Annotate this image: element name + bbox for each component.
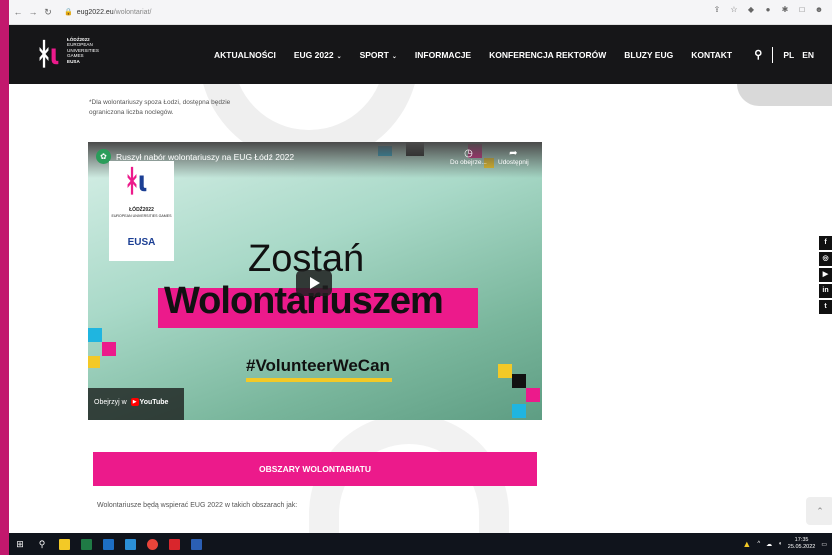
- bookmark-star-icon[interactable]: ☆: [729, 5, 739, 14]
- acrobat-icon[interactable]: [163, 533, 185, 555]
- play-button[interactable]: [296, 270, 332, 296]
- nav-item-sport[interactable]: SPORT ⌄: [360, 50, 397, 60]
- windows-start-icon[interactable]: ⊞: [9, 533, 31, 555]
- eug-logo-mark-icon: ᚼɩ: [123, 165, 147, 198]
- logo-text: ŁÓDŹ2022 EUROPEAN UNIVERSITIES GAMES EUS…: [67, 37, 99, 64]
- network-icon[interactable]: ☁: [766, 541, 772, 548]
- eug-logo-card: ᚼɩ ŁÓDŹ2022 EUROPEAN UNIVERSITIES GAMES E…: [109, 161, 174, 261]
- chevron-down-icon: ⌄: [391, 53, 397, 60]
- youtube-video-embed[interactable]: ✿ Ruszył nabór wolontariuszy na EUG Łódź…: [88, 142, 542, 420]
- profile-icon[interactable]: ☻: [814, 5, 824, 14]
- system-clock[interactable]: 17:35 25.05.2022: [788, 537, 816, 551]
- nav-item-eug2022[interactable]: EUG 2022 ⌄: [294, 50, 342, 60]
- page-content: *Dla wolontariuszy spoza Łodzi, dostępna…: [9, 84, 832, 533]
- nav-item-informacje[interactable]: INFORMACJE: [415, 50, 471, 60]
- site-header: ᚼɩ ŁÓDŹ2022 EUROPEAN UNIVERSITIES GAMES …: [9, 25, 832, 84]
- warning-icon[interactable]: ▲: [742, 539, 751, 549]
- main-navigation: AKTUALNOŚCI EUG 2022 ⌄ SPORT ⌄ INFORMACJE …: [214, 25, 750, 84]
- nav-item-aktualnosci[interactable]: AKTUALNOŚCI: [214, 50, 276, 60]
- browser-toolbar: ← → ↻ 🔒 eug2022.eu/wolontariat/ ⇪ ☆ ◆ ● …: [9, 0, 832, 25]
- instagram-icon[interactable]: ◎: [819, 252, 832, 266]
- social-links: f ◎ ▶ in t: [819, 236, 832, 314]
- back-icon[interactable]: ←: [12, 7, 24, 17]
- forward-icon[interactable]: →: [27, 7, 39, 17]
- youtube-play-icon: ▶: [130, 398, 139, 406]
- watch-later-button[interactable]: ◷ Do obejrze...: [450, 148, 487, 166]
- search-icon[interactable]: ⚲: [31, 533, 53, 555]
- clock-icon: ◷: [464, 148, 473, 159]
- file-explorer-icon[interactable]: [53, 533, 75, 555]
- hashtag: #VolunteerWeCan: [246, 356, 390, 375]
- deco-square: [526, 388, 540, 402]
- lang-pl-link[interactable]: PL: [783, 50, 794, 60]
- eug-card-title: ŁÓDŹ2022 EUROPEAN UNIVERSITIES GAMES: [111, 207, 172, 218]
- background-decoration: [737, 84, 832, 106]
- accommodation-note: *Dla wolontariuszy spoza Łodzi, dostępna…: [89, 99, 231, 116]
- site-logo[interactable]: ᚼɩ ŁÓDŹ2022 EUROPEAN UNIVERSITIES GAMES …: [35, 35, 99, 75]
- share-button[interactable]: ➦ Udostępnij: [498, 148, 529, 166]
- deco-square: [512, 374, 526, 388]
- eusa-logo: EUSA: [127, 237, 156, 248]
- chrome-icon[interactable]: [141, 533, 163, 555]
- chevron-up-icon: ⌃: [816, 506, 824, 516]
- extensions-puzzle-icon[interactable]: ✱: [780, 5, 790, 14]
- deco-square: [102, 342, 116, 356]
- share-icon[interactable]: ⇪: [712, 5, 722, 14]
- reload-icon[interactable]: ↻: [42, 7, 54, 18]
- address-bar[interactable]: eug2022.eu/wolontariat/: [77, 9, 152, 16]
- lang-en-link[interactable]: EN: [802, 50, 814, 60]
- tray-expand-icon[interactable]: ^: [757, 541, 760, 547]
- nav-item-kontakt[interactable]: KONTAKT: [691, 50, 732, 60]
- linkedin-icon[interactable]: in: [819, 284, 832, 298]
- volume-icon[interactable]: ◖: [778, 541, 782, 547]
- system-tray: ▲ ^ ☁ ◖ 17:35 25.05.2022 ▭: [742, 533, 832, 555]
- nav-item-bluzy[interactable]: BLUZY EUG: [624, 50, 673, 60]
- twitter-icon[interactable]: t: [819, 300, 832, 314]
- deco-square: [88, 328, 102, 342]
- deco-square: [498, 364, 512, 378]
- windows-taskbar: ⊞ ⚲ ▲ ^ ☁ ◖ 17:35 25.05.2022 ▭: [9, 533, 832, 555]
- logo-mark-icon: ᚼɩ: [35, 38, 59, 71]
- excel-icon[interactable]: [75, 533, 97, 555]
- app-icon[interactable]: [119, 533, 141, 555]
- search-icon[interactable]: ⚲: [754, 48, 762, 61]
- facebook-icon[interactable]: f: [819, 236, 832, 250]
- outlook-icon[interactable]: [97, 533, 119, 555]
- extension-icon[interactable]: ◆: [746, 5, 756, 14]
- volunteer-areas-intro: Wolontariusze będą wspierać EUG 2022 w t…: [97, 502, 298, 509]
- volunteer-areas-button[interactable]: OBSZARY WOLONTARIATU: [93, 452, 537, 486]
- notifications-icon[interactable]: ▭: [821, 541, 827, 548]
- youtube-icon[interactable]: ▶: [819, 268, 832, 282]
- browser-window: ← → ↻ 🔒 eug2022.eu/wolontariat/ ⇪ ☆ ◆ ● …: [9, 0, 832, 555]
- divider: [772, 46, 774, 63]
- scroll-to-top-button[interactable]: ⌃: [806, 497, 832, 525]
- nav-item-konferencja[interactable]: KONFERENCJA REKTORÓW: [489, 50, 606, 60]
- deco-square: [512, 404, 526, 418]
- extension-icon-2[interactable]: ●: [763, 5, 773, 14]
- deco-square: [88, 356, 100, 368]
- sidebar-icon[interactable]: □: [797, 5, 807, 14]
- chevron-down-icon: ⌄: [336, 53, 342, 60]
- share-arrow-icon: ➦: [509, 148, 518, 159]
- word-icon[interactable]: [185, 533, 207, 555]
- lock-icon[interactable]: 🔒: [64, 8, 73, 16]
- hashtag-underline: [246, 378, 392, 382]
- watch-on-youtube-button[interactable]: Obejrzyj w ▶ YouTube: [88, 388, 184, 420]
